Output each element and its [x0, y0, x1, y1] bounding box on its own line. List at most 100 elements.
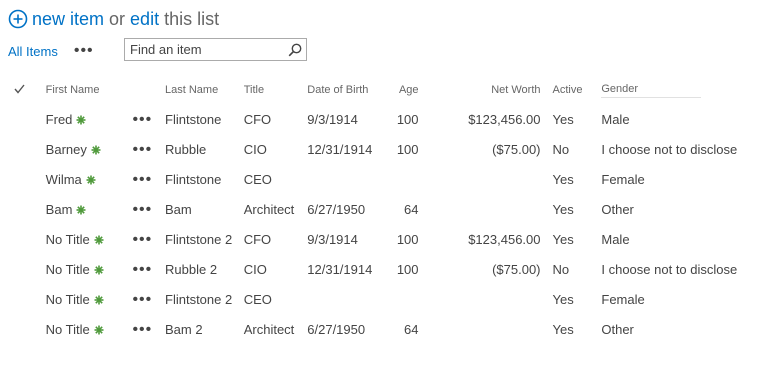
search-icon[interactable]: [288, 43, 302, 57]
column-header-date-of-birth[interactable]: Date of Birth: [307, 76, 380, 104]
age-cell: [380, 164, 432, 194]
title-cell: CFO: [243, 231, 272, 247]
last-name-cell: Rubble 2: [165, 261, 218, 277]
search-box: [124, 38, 307, 61]
row-select-cell[interactable]: [6, 314, 46, 344]
age-cell: 64: [404, 321, 419, 337]
table-row[interactable]: No Title ••• Flintstone 2 CFO 9/3/1914 100 $12…: [6, 224, 759, 254]
net-worth-cell: ($75.00): [492, 261, 541, 277]
plus-circle-icon[interactable]: [8, 9, 28, 29]
row-select-cell[interactable]: [6, 284, 46, 314]
row-menu-button[interactable]: •••: [132, 261, 152, 278]
row-select-cell[interactable]: [6, 224, 46, 254]
new-star-icon: [94, 265, 104, 274]
active-cell: Yes: [552, 291, 574, 307]
gender-cell: Male: [601, 231, 630, 247]
view-selector-bar: All Items •••: [8, 38, 94, 64]
row-menu-button[interactable]: •••: [132, 231, 152, 248]
last-name-cell: Flintstone: [165, 171, 222, 187]
net-worth-cell: [433, 164, 553, 194]
row-select-cell[interactable]: [6, 254, 46, 284]
last-name-cell: Flintstone 2: [165, 231, 233, 247]
column-header-net-worth[interactable]: Net Worth: [433, 76, 553, 104]
column-header-active[interactable]: Active: [553, 76, 602, 104]
row-menu-cell: •••: [132, 224, 165, 254]
row-select-cell[interactable]: [6, 104, 46, 134]
or-text: or: [109, 8, 126, 29]
last-name-cell: Flintstone 2: [165, 291, 233, 307]
row-menu-button[interactable]: •••: [132, 111, 152, 128]
active-cell: Yes: [552, 201, 574, 217]
gender-cell: Female: [601, 291, 645, 307]
date-of-birth-cell: [307, 284, 380, 314]
row-select-cell[interactable]: [6, 194, 46, 224]
new-item-link[interactable]: new item: [32, 9, 104, 30]
table-row[interactable]: No Title ••• Flintstone 2 CEO Yes Female: [6, 284, 759, 314]
table-row[interactable]: Wilma ••• Flintstone CEO Yes Female: [6, 164, 759, 194]
first-name-link[interactable]: No Title: [46, 292, 90, 307]
net-worth-cell: $123,456.00: [468, 231, 541, 247]
new-star-icon: [76, 115, 86, 124]
search-input[interactable]: [125, 42, 280, 57]
column-header-gender-cell: Gender: [601, 76, 759, 104]
active-cell: Yes: [552, 321, 574, 337]
gender-cell: Other: [601, 321, 634, 337]
table-row[interactable]: Fred ••• Flintstone CFO 9/3/1914 100 $123,456.…: [6, 104, 759, 134]
date-of-birth-cell: 12/31/1914: [307, 261, 373, 277]
row-select-cell[interactable]: [6, 134, 46, 164]
row-menu-button[interactable]: •••: [132, 291, 152, 308]
age-cell: 64: [404, 201, 419, 217]
date-of-birth-cell: 6/27/1950: [307, 321, 366, 337]
this-list-text: this list: [164, 8, 220, 29]
column-header-first-name[interactable]: First Name: [46, 76, 133, 104]
first-name-link[interactable]: Bam: [46, 202, 73, 217]
column-header-gender[interactable]: Gender: [601, 83, 702, 98]
new-star-icon: [94, 295, 104, 304]
first-name-cell: No Title: [46, 284, 133, 314]
title-cell: CEO: [243, 171, 272, 187]
view-more-options-button[interactable]: •••: [74, 43, 94, 59]
active-cell: No: [552, 261, 570, 277]
column-header-age[interactable]: Age: [380, 76, 432, 104]
first-name-link[interactable]: No Title: [46, 322, 90, 337]
new-star-icon: [86, 175, 96, 184]
checkmark-icon[interactable]: [14, 84, 25, 94]
table-row[interactable]: Barney ••• Rubble CIO 12/31/1914 100 ($75.00) N…: [6, 134, 759, 164]
row-menu-button[interactable]: •••: [132, 321, 152, 338]
age-cell: 100: [396, 141, 419, 157]
gender-cell: Other: [601, 201, 634, 217]
first-name-link[interactable]: Fred: [46, 112, 73, 127]
new-star-icon: [94, 235, 104, 244]
view-all-items[interactable]: All Items: [8, 44, 58, 59]
row-menu-cell: •••: [132, 314, 165, 344]
first-name-link[interactable]: Wilma: [46, 172, 82, 187]
net-worth-cell: [433, 194, 553, 224]
row-menu-button[interactable]: •••: [132, 201, 152, 218]
first-name-link[interactable]: No Title: [46, 232, 90, 247]
first-name-cell: Fred: [46, 104, 133, 134]
table-row[interactable]: Bam ••• Bam Architect 6/27/1950 64 Yes Other: [6, 194, 759, 224]
active-cell: Yes: [552, 231, 574, 247]
net-worth-cell: [433, 314, 553, 344]
first-name-link[interactable]: No Title: [46, 262, 90, 277]
table-row[interactable]: No Title ••• Rubble 2 CIO 12/31/1914 100 ($75.…: [6, 254, 759, 284]
row-menu-button[interactable]: •••: [132, 171, 152, 188]
title-cell: CFO: [243, 111, 272, 127]
last-name-cell: Bam 2: [165, 321, 203, 337]
row-menu-button[interactable]: •••: [132, 141, 152, 158]
edit-list-link[interactable]: edit: [130, 9, 159, 30]
last-name-cell: Bam: [165, 201, 192, 217]
column-header-last-name[interactable]: Last Name: [165, 76, 244, 104]
title-cell: CIO: [243, 261, 267, 277]
active-cell: Yes: [552, 171, 574, 187]
active-cell: No: [552, 141, 570, 157]
row-menu-cell: •••: [132, 254, 165, 284]
column-header-title[interactable]: Title: [244, 76, 308, 104]
age-cell: [380, 284, 432, 314]
row-select-cell[interactable]: [6, 164, 46, 194]
date-of-birth-cell: [307, 164, 380, 194]
age-cell: 100: [396, 111, 419, 127]
first-name-link[interactable]: Barney: [46, 142, 87, 157]
first-name-cell: No Title: [46, 314, 133, 344]
table-row[interactable]: No Title ••• Bam 2 Architect 6/27/1950 64 Yes O…: [6, 314, 759, 344]
